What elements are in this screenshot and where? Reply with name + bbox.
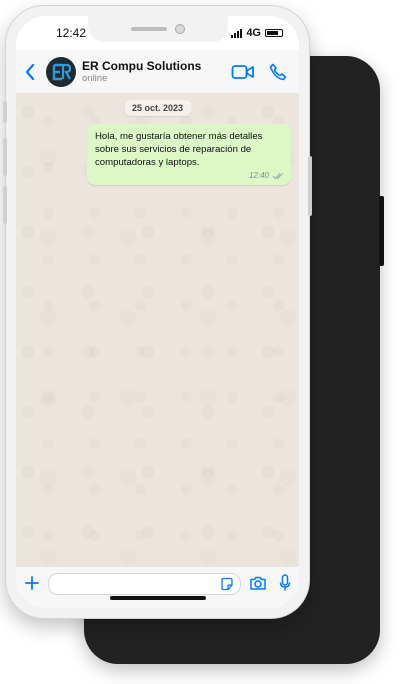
microphone-icon[interactable] xyxy=(279,573,291,593)
camera-icon[interactable] xyxy=(249,573,267,593)
message-text: Hola, me gustaría obtener más detalles s… xyxy=(95,131,263,168)
back-phone-button xyxy=(379,196,384,266)
signal-icon xyxy=(231,28,243,38)
notch xyxy=(88,16,228,42)
volume-up-button xyxy=(3,138,7,176)
video-call-icon[interactable] xyxy=(231,64,255,80)
sticker-icon[interactable] xyxy=(220,577,234,596)
plus-icon[interactable] xyxy=(24,573,40,593)
outgoing-message-bubble[interactable]: Hola, me gustaría obtener más detalles s… xyxy=(87,124,291,185)
composer-bar xyxy=(16,566,299,608)
contact-name: ER Compu Solutions xyxy=(82,58,202,73)
message-input[interactable] xyxy=(48,573,241,595)
avatar[interactable] xyxy=(46,56,76,87)
phone-call-icon[interactable] xyxy=(269,63,287,81)
mute-switch xyxy=(3,101,7,123)
front-camera xyxy=(175,24,185,34)
chat-header: ER Compu Solutions online xyxy=(16,50,299,94)
status-indicators: 4G xyxy=(231,27,283,39)
home-indicator xyxy=(109,596,206,600)
er-logo-icon xyxy=(52,63,72,80)
battery-icon xyxy=(265,29,283,37)
message-time: 12:40 xyxy=(248,171,269,180)
status-time: 12:42 xyxy=(56,26,87,40)
contact-info[interactable]: ER Compu Solutions online xyxy=(82,59,217,85)
speaker-grille xyxy=(131,27,167,31)
date-chip: 25 oct. 2023 xyxy=(123,100,192,116)
back-icon[interactable] xyxy=(24,63,42,81)
chat-area[interactable]: 25 oct. 2023 Hola, me gustaría obtener m… xyxy=(16,94,299,566)
contact-status: online xyxy=(82,72,108,84)
message-meta: 12:40 xyxy=(249,169,284,182)
network-label: 4G xyxy=(246,27,261,39)
double-check-icon xyxy=(272,172,283,179)
power-button xyxy=(308,156,312,216)
volume-down-button xyxy=(3,186,7,224)
phone-frame: 12:42 4G ER Compu Solutions online 25 oc… xyxy=(3,6,312,618)
phone-screen: 12:42 4G ER Compu Solutions online 25 oc… xyxy=(16,16,299,608)
